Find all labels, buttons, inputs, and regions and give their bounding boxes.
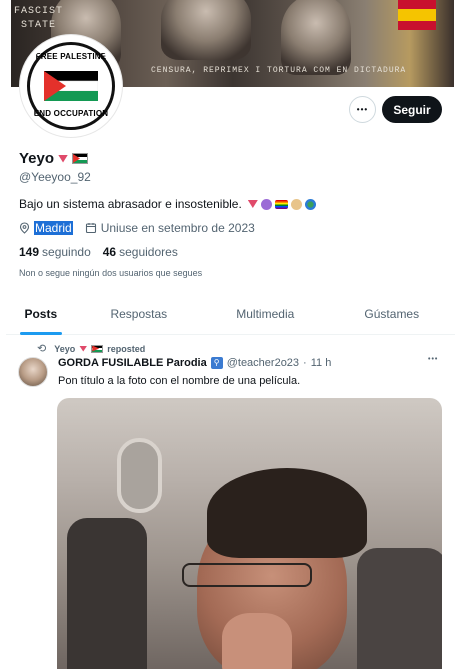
palestine-map-icon	[44, 71, 98, 101]
profile-tabs: Posts Respostas Multimedia Gústames	[6, 295, 455, 335]
more-horizontal-icon: •••	[356, 105, 369, 114]
profile-handle: @Yeeyoo_92	[19, 170, 91, 184]
avatar-top-text: FREE PALESTINE	[35, 52, 107, 61]
media-glasses	[182, 563, 312, 587]
post-author-avatar[interactable]	[18, 357, 48, 387]
mutual-followers-note: Non o segue ningún dos usuarios que segu…	[19, 268, 203, 278]
location-pin-icon	[19, 222, 30, 234]
globe-icon	[304, 198, 316, 210]
banner-figure	[281, 0, 351, 75]
repost-label: reposted	[107, 343, 146, 354]
calendar-icon	[85, 223, 96, 234]
media-hand	[222, 613, 292, 669]
post-media-image[interactable]	[57, 398, 442, 669]
post-time[interactable]: 11 h	[311, 357, 332, 369]
display-name: Yeyo	[19, 150, 55, 167]
rainbow-flag-icon	[274, 199, 288, 209]
avatar-bottom-text: END OCCUPATION	[33, 109, 109, 118]
repost-icon: ⟲	[37, 343, 47, 355]
media-window	[117, 438, 162, 513]
media-seat	[67, 518, 147, 669]
profile-name-row: Yeyo	[19, 150, 89, 167]
followers-label: seguidores	[119, 245, 178, 259]
banner-text: FASCIST	[14, 6, 64, 17]
banner-flag	[398, 0, 436, 30]
banner-figure	[161, 0, 251, 60]
dog-icon	[290, 198, 302, 210]
followers-link[interactable]: 46 seguidores	[103, 245, 178, 259]
media-seat	[357, 548, 442, 669]
purple-heart-icon	[260, 198, 272, 210]
reposter-name[interactable]: Yeyo	[54, 344, 75, 354]
following-label: seguindo	[42, 245, 91, 259]
post-author-name[interactable]: GORDA FUSILABLE Parodia	[58, 357, 207, 369]
post-header: GORDA FUSILABLE Parodia ⚲ @teacher2o23 ·…	[58, 357, 331, 369]
banner-text: STATE	[21, 20, 57, 31]
profile-bio: Bajo un sistema abrasador e insostenible…	[19, 197, 316, 211]
tab-media[interactable]: Multimedia	[202, 295, 328, 334]
following-link[interactable]: 149 seguindo	[19, 245, 91, 259]
post-separator: ·	[303, 357, 307, 369]
red-triangle-icon	[247, 200, 258, 208]
follow-counts: 149 seguindo 46 seguidores	[19, 245, 178, 259]
post-author-handle[interactable]: @teacher2o23	[227, 357, 299, 369]
location-text: Madrid	[34, 221, 73, 235]
red-triangle-icon	[58, 154, 69, 163]
post-more-icon[interactable]: •••	[428, 356, 438, 363]
post-text: Pon título a la foto con el nombre de un…	[58, 375, 301, 387]
red-triangle-icon	[79, 345, 88, 352]
follow-button[interactable]: Seguir	[382, 96, 442, 123]
followers-count: 46	[102, 245, 117, 259]
bio-text: Bajo un sistema abrasador e insostenible…	[19, 197, 242, 211]
tab-replies[interactable]: Respostas	[76, 295, 202, 334]
joined-date: Uniuse en setembro de 2023	[100, 221, 255, 235]
palestine-flag-icon	[72, 153, 89, 164]
palestine-flag-icon	[91, 344, 104, 353]
following-count: 149	[19, 245, 40, 259]
toilet-sign-icon: ⚲	[210, 357, 223, 369]
tab-posts[interactable]: Posts	[6, 295, 76, 334]
media-hair	[207, 468, 367, 558]
tab-likes[interactable]: Gústames	[329, 295, 455, 334]
profile-meta: Madrid Uniuse en setembro de 2023	[19, 221, 255, 235]
banner-text: CENSURA, REPRIMEX I TORTURA COM EN DICTA…	[151, 66, 407, 75]
repost-context: ⟲ Yeyo reposted	[37, 342, 145, 355]
profile-avatar[interactable]: FREE PALESTINE END OCCUPATION	[20, 35, 122, 137]
more-options-button[interactable]: •••	[349, 96, 376, 123]
